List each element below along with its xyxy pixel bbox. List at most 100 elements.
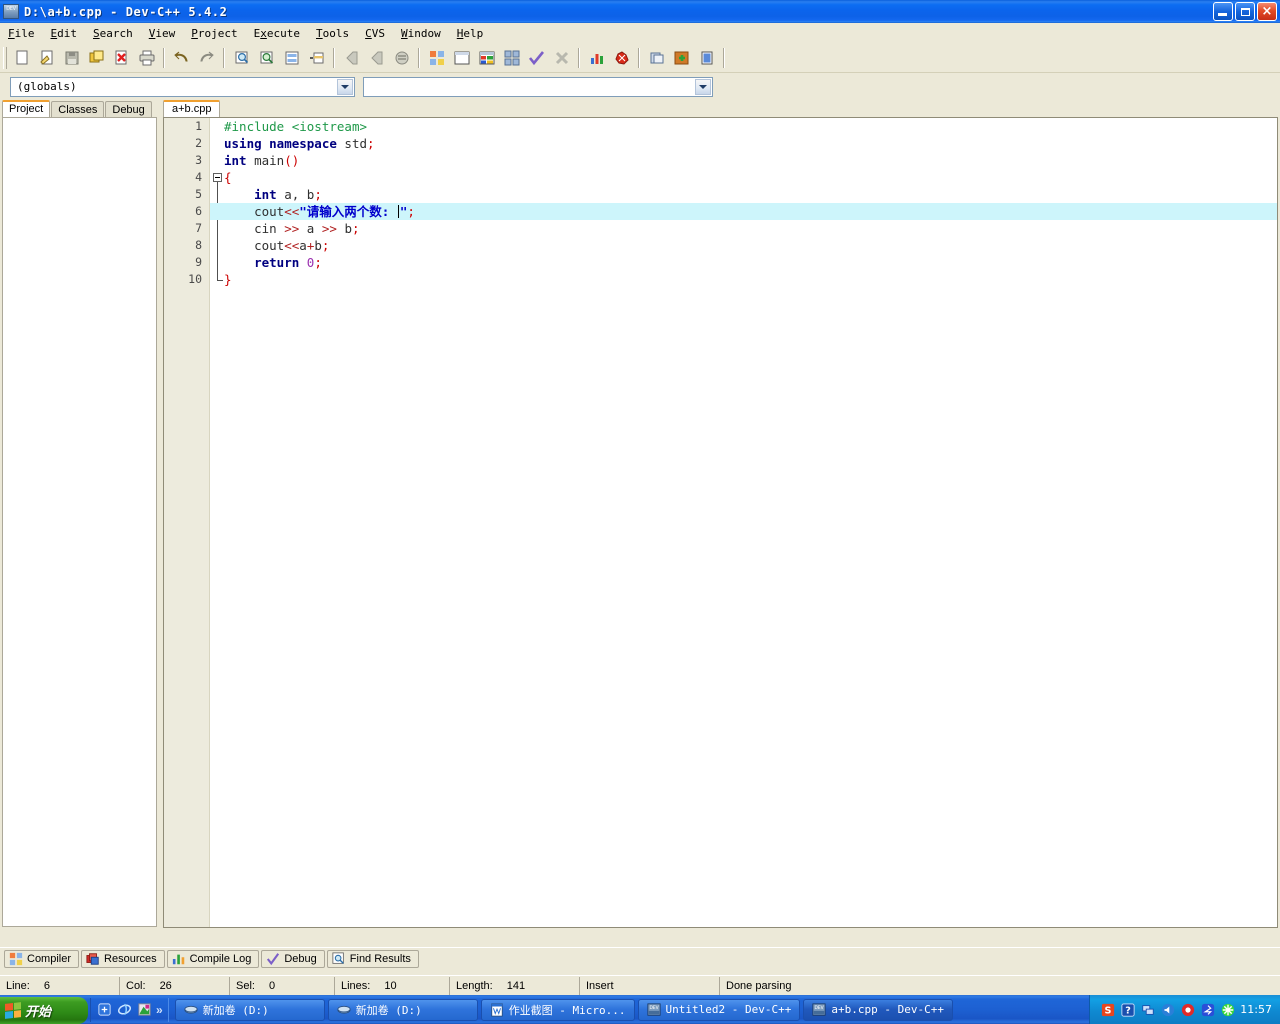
- chevron-down-icon[interactable]: [695, 78, 711, 95]
- taskbar-button-label: 新加卷 (D:): [202, 1003, 269, 1017]
- minimize-button[interactable]: [1213, 2, 1233, 21]
- bottom-tab-resources[interactable]: Resources: [81, 949, 165, 968]
- menu-item-view[interactable]: View: [141, 25, 184, 42]
- left-tab-classes[interactable]: Classes: [51, 101, 105, 117]
- code-editor[interactable]: 1 2 3 4 5 6 7 8 9 10 #include <iostream> using nam…: [163, 117, 1278, 928]
- taskbar-button[interactable]: 作业截图 - Micro...: [480, 998, 635, 1021]
- undo-icon[interactable]: [170, 47, 193, 69]
- goto-line-icon[interactable]: [280, 47, 303, 69]
- compile-log-icon: [172, 952, 186, 966]
- antivirus-tray-icon[interactable]: [1180, 1002, 1195, 1017]
- code-line[interactable]: using namespace std;: [210, 135, 1277, 152]
- code-line[interactable]: cin >> a >> b;: [210, 220, 1277, 237]
- symbol-combo[interactable]: [363, 76, 713, 97]
- goto-icon[interactable]: [695, 47, 718, 69]
- code-line[interactable]: {: [210, 169, 1277, 186]
- compile-options-icon[interactable]: [475, 47, 498, 69]
- compile-icon[interactable]: [525, 47, 548, 69]
- line-number: 4: [195, 170, 202, 184]
- quick-launch-more-chevron-icon[interactable]: »: [156, 1003, 163, 1017]
- taskbar-button[interactable]: 新加卷 (D:): [174, 998, 325, 1021]
- code-line[interactable]: int a, b;: [210, 186, 1277, 203]
- code-token: >>: [321, 221, 345, 236]
- volume-tray-icon[interactable]: [1160, 1002, 1175, 1017]
- toolbar-grip[interactable]: [3, 47, 7, 69]
- media-player-icon[interactable]: [136, 1002, 152, 1018]
- taskbar-clock[interactable]: 11:57: [1240, 1003, 1272, 1016]
- menu-item-help[interactable]: Help: [449, 25, 492, 42]
- menu-item-search[interactable]: Search: [85, 25, 141, 42]
- network-tray-icon[interactable]: [1140, 1002, 1155, 1017]
- menu-item-edit[interactable]: Edit: [43, 25, 86, 42]
- bluetooth-tray-icon[interactable]: [1200, 1002, 1215, 1017]
- code-token: #include: [224, 119, 292, 134]
- internet-explorer-icon[interactable]: [116, 1002, 132, 1018]
- goto-function-icon[interactable]: [305, 47, 328, 69]
- code-line[interactable]: }: [210, 271, 1277, 288]
- status-insert-mode[interactable]: Insert: [580, 977, 720, 995]
- open-file-icon[interactable]: [35, 47, 58, 69]
- new-file-icon[interactable]: [10, 47, 33, 69]
- print-icon[interactable]: [135, 47, 158, 69]
- toolbar-separator: [578, 48, 580, 68]
- menu-item-project[interactable]: Project: [183, 25, 245, 42]
- menu-item-file[interactable]: File: [0, 25, 43, 42]
- code-line[interactable]: cout<<a+b;: [210, 237, 1277, 254]
- project-manager-icon[interactable]: [500, 47, 523, 69]
- toggle-icon[interactable]: [670, 47, 693, 69]
- update-tray-icon[interactable]: [1220, 1002, 1235, 1017]
- stop-execution-icon[interactable]: [550, 47, 573, 69]
- start-button[interactable]: 开始: [0, 996, 88, 1024]
- project-tree[interactable]: [2, 117, 157, 927]
- save-file-icon[interactable]: [60, 47, 83, 69]
- toggle-breakpoint-icon[interactable]: [390, 47, 413, 69]
- left-tab-debug[interactable]: Debug: [105, 101, 152, 117]
- profile-icon[interactable]: [585, 47, 608, 69]
- scope-combo[interactable]: (globals): [10, 76, 355, 97]
- forward-icon[interactable]: [365, 47, 388, 69]
- editor-tab-file[interactable]: a+b.cpp: [163, 100, 221, 117]
- save-all-icon[interactable]: [85, 47, 108, 69]
- menu-item-execute[interactable]: Execute: [246, 25, 308, 42]
- bottom-tab-compile-log[interactable]: Compile Log: [166, 949, 260, 968]
- code-content[interactable]: #include <iostream> using namespace std; i…: [210, 118, 1277, 927]
- code-line[interactable]: #include <iostream>: [210, 118, 1277, 135]
- chevron-down-icon[interactable]: [337, 78, 353, 95]
- status-sel-label: Sel:: [236, 980, 255, 992]
- insert-icon[interactable]: [645, 47, 668, 69]
- maximize-restore-button[interactable]: [1235, 2, 1255, 21]
- taskbar-button[interactable]: DEV a+b.cpp - Dev-C++: [803, 998, 954, 1021]
- project-options-icon[interactable]: [450, 47, 473, 69]
- devcpp-icon: DEV: [646, 1002, 661, 1017]
- help-tray-icon[interactable]: ?: [1120, 1002, 1135, 1017]
- taskbar-button[interactable]: DEV Untitled2 - Dev-C++: [637, 998, 801, 1021]
- find-icon[interactable]: [230, 47, 253, 69]
- code-token: ;: [367, 136, 375, 151]
- debug-icon[interactable]: [610, 47, 633, 69]
- menu-item-window[interactable]: Window: [393, 25, 449, 42]
- menu-item-tools[interactable]: Tools: [308, 25, 357, 42]
- redo-icon[interactable]: [195, 47, 218, 69]
- code-line[interactable]: cout<<"请输入两个数: ";: [210, 203, 1277, 220]
- taskbar-button[interactable]: 新加卷 (D:): [327, 998, 478, 1021]
- menu-item-cvs[interactable]: CVS: [357, 25, 393, 42]
- close-button[interactable]: ×: [1257, 2, 1277, 21]
- close-file-icon[interactable]: [110, 47, 133, 69]
- close-icon: ×: [1261, 3, 1273, 19]
- bottom-tab-find-results[interactable]: Find Results: [326, 949, 419, 968]
- code-line[interactable]: int main(): [210, 152, 1277, 169]
- code-token: a, b: [284, 187, 315, 202]
- show-desktop-icon[interactable]: [96, 1002, 112, 1018]
- left-tab-project[interactable]: Project: [2, 100, 51, 117]
- find-replace-icon[interactable]: [255, 47, 278, 69]
- svg-text:DEV: DEV: [815, 1005, 824, 1011]
- window-titlebar: D:\a+b.cpp - Dev-C++ 5.4.2 ×: [0, 0, 1280, 23]
- taskbar-button-label: 作业截图 - Micro...: [508, 1003, 626, 1017]
- back-icon[interactable]: [340, 47, 363, 69]
- bottom-tab-debug[interactable]: Debug: [261, 949, 325, 968]
- window-title: D:\a+b.cpp - Dev-C++ 5.4.2: [24, 4, 228, 19]
- bottom-tab-compiler[interactable]: Compiler: [4, 949, 80, 968]
- new-project-icon[interactable]: [425, 47, 448, 69]
- sogou-tray-icon[interactable]: S: [1100, 1002, 1115, 1017]
- code-line[interactable]: return 0;: [210, 254, 1277, 271]
